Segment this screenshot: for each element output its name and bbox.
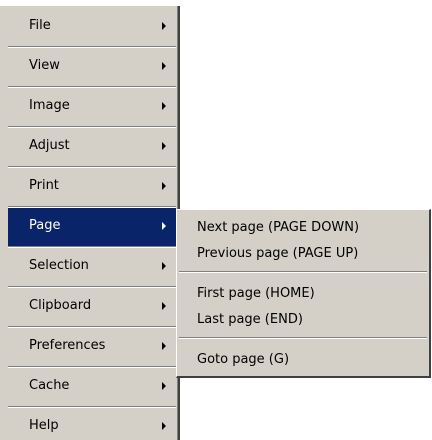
menu-item-view[interactable]: View: [8, 48, 176, 86]
submenu-arrow-icon: [162, 142, 166, 150]
context-menu: File View Image Adjust Print Page Select…: [0, 6, 180, 440]
submenu-arrow-icon: [162, 62, 166, 70]
submenu-item-last-page[interactable]: Last page (END): [179, 307, 427, 333]
menu-item-preferences[interactable]: Preferences: [8, 328, 176, 366]
menu-item-print[interactable]: Print: [8, 168, 176, 206]
submenu-separator: [179, 271, 427, 273]
submenu-arrow-icon: [162, 222, 166, 230]
menu-item-file[interactable]: File: [8, 8, 176, 46]
menu-item-label: Help: [29, 418, 59, 433]
page-submenu: Next page (PAGE DOWN) Previous page (PAG…: [176, 209, 431, 378]
submenu-item-label: Goto page (G): [197, 352, 290, 367]
menu-item-cache[interactable]: Cache: [8, 368, 176, 406]
menu-item-clipboard[interactable]: Clipboard: [8, 288, 176, 326]
menu-item-adjust[interactable]: Adjust: [8, 128, 176, 166]
submenu-arrow-icon: [162, 102, 166, 110]
menu-item-label: View: [29, 58, 60, 73]
menu-item-label: Selection: [29, 258, 89, 273]
menu-item-label: Cache: [29, 378, 70, 393]
menu-item-label: Preferences: [29, 338, 106, 353]
submenu-item-previous-page[interactable]: Previous page (PAGE UP): [179, 241, 427, 267]
menu-item-label: Print: [29, 178, 59, 193]
submenu-item-first-page[interactable]: First page (HOME): [179, 281, 427, 307]
menu-item-label: File: [29, 18, 51, 33]
submenu-arrow-icon: [162, 302, 166, 310]
menu-item-help[interactable]: Help: [8, 408, 176, 440]
submenu-arrow-icon: [162, 262, 166, 270]
menu-item-label: Clipboard: [29, 298, 92, 313]
menu-item-selection[interactable]: Selection: [8, 248, 176, 286]
menu-item-label: Adjust: [29, 138, 70, 153]
submenu-arrow-icon: [162, 382, 166, 390]
menu-item-label: Page: [29, 218, 61, 233]
submenu-item-label: First page (HOME): [197, 286, 315, 301]
submenu-arrow-icon: [162, 182, 166, 190]
submenu-separator: [179, 337, 427, 339]
submenu-arrow-icon: [162, 422, 166, 430]
submenu-item-next-page[interactable]: Next page (PAGE DOWN): [179, 215, 427, 241]
submenu-arrow-icon: [162, 22, 166, 30]
submenu-item-label: Last page (END): [197, 312, 303, 327]
screen: File View Image Adjust Print Page Select…: [0, 0, 432, 440]
menu-item-label: Image: [29, 98, 70, 113]
submenu-item-label: Next page (PAGE DOWN): [197, 220, 360, 235]
submenu-item-goto-page[interactable]: Goto page (G): [179, 347, 427, 373]
submenu-item-label: Previous page (PAGE UP): [197, 246, 359, 261]
submenu-arrow-icon: [162, 342, 166, 350]
menu-item-image[interactable]: Image: [8, 88, 176, 126]
menu-item-page[interactable]: Page: [8, 208, 176, 246]
